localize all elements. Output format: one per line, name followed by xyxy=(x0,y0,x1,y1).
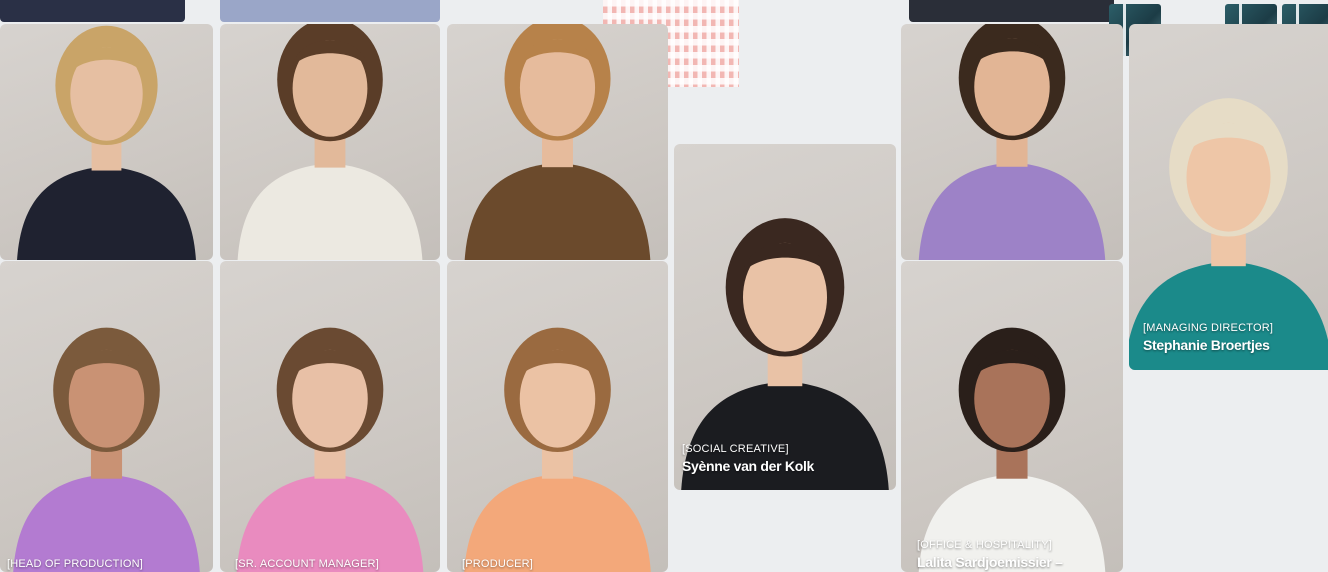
team-card-7[interactable]: [HEAD OF PRODUCTION] xyxy=(0,261,213,572)
card-top-right xyxy=(909,0,1114,22)
member-role: [SR. ACCOUNT MANAGER] xyxy=(235,558,379,570)
team-card-8[interactable]: [SR. ACCOUNT MANAGER] xyxy=(220,261,440,572)
team-card-10[interactable]: [OFFICE & HOSPITALITY] Lalita Sardjoemis… xyxy=(901,261,1123,572)
member-role: [HEAD OF PRODUCTION] xyxy=(7,558,144,570)
member-name: Stephanie Broertjes xyxy=(1143,337,1270,353)
team-card-3[interactable] xyxy=(447,24,668,260)
card-top-left xyxy=(0,0,185,22)
member-role: [SOCIAL CREATIVE] xyxy=(682,443,789,455)
team-card-9[interactable]: [PRODUCER] xyxy=(447,261,668,572)
team-card-6[interactable]: [MANAGING DIRECTOR] Stephanie Broertjes xyxy=(1129,24,1328,370)
member-role: [OFFICE & HOSPITALITY] xyxy=(917,539,1052,551)
member-role: [MANAGING DIRECTOR] xyxy=(1143,322,1274,334)
member-role: [PRODUCER] xyxy=(462,558,534,570)
team-card-5[interactable] xyxy=(901,24,1123,260)
card-top-left-2 xyxy=(220,0,440,22)
team-card-2[interactable] xyxy=(220,24,440,260)
team-card-1[interactable] xyxy=(0,24,213,260)
member-name: Lalita Sardjoemissier – xyxy=(917,554,1063,570)
member-name: Syènne van der Kolk xyxy=(682,458,815,474)
team-card-4[interactable]: [SOCIAL CREATIVE] Syènne van der Kolk xyxy=(674,144,896,490)
